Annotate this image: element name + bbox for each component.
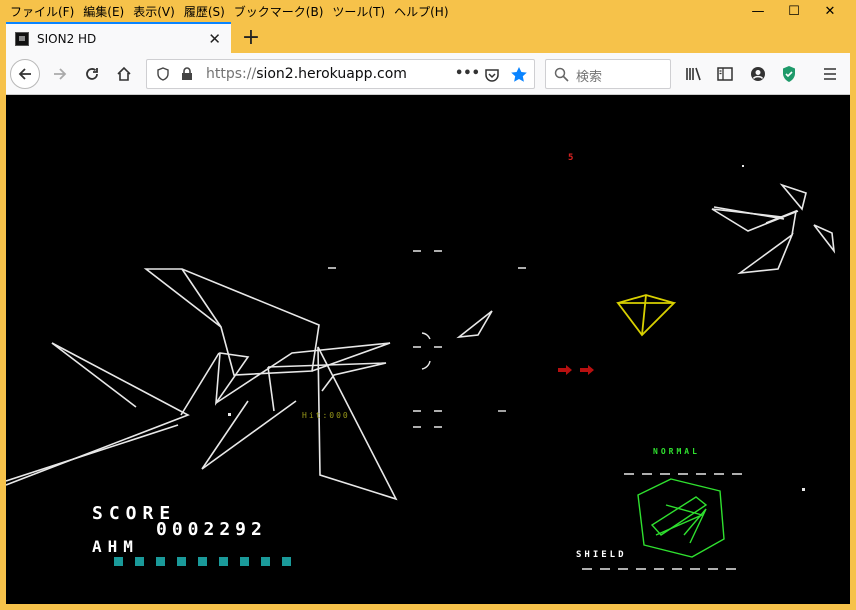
menu-bookmarks[interactable]: ブックマーク(B) — [230, 3, 328, 20]
ammo-pip — [282, 557, 291, 566]
account-icon — [751, 67, 765, 81]
wireframe-debris — [6, 183, 836, 501]
browser-window: ファイル(F) 編集(E) 表示(V) 履歴(S) ブックマーク(B) ツール(… — [6, 0, 850, 604]
mode-label: NORMAL — [653, 447, 700, 456]
stars — [228, 165, 805, 491]
close-window-button[interactable]: ✕ — [812, 0, 848, 22]
shield-label: SHIELD — [576, 550, 627, 560]
hamburger-icon — [824, 68, 836, 80]
maximize-icon: ☐ — [788, 3, 800, 19]
maximize-button[interactable]: ☐ — [776, 0, 812, 22]
app-menu-button[interactable] — [816, 60, 844, 88]
url-host: sion2.herokuapp.com — [256, 66, 407, 82]
ammo-pip — [261, 557, 270, 566]
url-scheme: https:// — [206, 66, 257, 82]
menu-view[interactable]: 表示(V) — [129, 3, 179, 20]
game-canvas[interactable]: 5 Hit:000 SCORE 0002292 AHM NORMAL SHIEL… — [6, 95, 850, 604]
pocket-icon[interactable] — [484, 67, 500, 83]
search-bar[interactable]: 検索 — [545, 59, 671, 89]
bookmark-star-icon[interactable] — [510, 66, 528, 84]
ammo-pip — [114, 557, 123, 566]
search-input[interactable]: 検索 — [576, 66, 602, 85]
enemy-marker: 5 — [568, 153, 574, 163]
plus-icon: + — [241, 24, 261, 50]
library-button[interactable] — [680, 60, 708, 88]
minimize-button[interactable]: — — [740, 0, 776, 22]
menu-tools[interactable]: ツール(T) — [328, 3, 389, 20]
back-arrow-icon — [18, 68, 31, 80]
targeting-reticle — [328, 250, 526, 428]
menu-bar: ファイル(F) 編集(E) 表示(V) 履歴(S) ブックマーク(B) ツール(… — [6, 0, 850, 22]
new-tab-button[interactable]: + — [237, 24, 265, 50]
shield-extension-icon — [783, 66, 795, 82]
url-bar[interactable]: https://sion2.herokuapp.com ••• — [146, 59, 535, 89]
sidebar-button[interactable] — [711, 60, 739, 88]
ammo-pip — [135, 557, 144, 566]
account-button[interactable] — [744, 60, 772, 88]
shield-tracking-icon[interactable] — [156, 67, 170, 81]
score-value: 0002292 — [156, 519, 267, 540]
ammo-pip — [240, 557, 249, 566]
menu-help[interactable]: ヘルプ(H) — [390, 3, 452, 20]
favicon-icon — [15, 31, 29, 46]
ammo-pip — [156, 557, 165, 566]
library-icon — [686, 67, 701, 81]
close-icon: ✕ — [824, 3, 836, 19]
forward-button[interactable] — [46, 60, 74, 88]
weapon-ammo-bar — [114, 557, 303, 566]
tab-sion2[interactable]: SION2 HD ✕ — [6, 22, 231, 53]
hit-counter: Hit:000 — [302, 411, 350, 420]
nav-toolbar: https://sion2.herokuapp.com ••• 検索 — [6, 53, 850, 95]
back-button[interactable] — [10, 59, 40, 89]
game-scene — [6, 165, 836, 570]
minimize-icon: — — [751, 3, 765, 19]
url-text[interactable]: https://sion2.herokuapp.com — [206, 66, 407, 82]
lock-icon[interactable] — [181, 67, 193, 81]
ammo-pip — [198, 557, 207, 566]
tab-close-icon[interactable]: ✕ — [208, 30, 221, 48]
sidebar-icon — [717, 67, 733, 81]
ammo-pip — [177, 557, 186, 566]
reload-icon — [86, 68, 98, 80]
ammo-pip — [219, 557, 228, 566]
menu-edit[interactable]: 編集(E) — [79, 3, 128, 20]
home-icon — [117, 66, 131, 81]
page-actions-icon[interactable]: ••• — [455, 66, 480, 81]
tab-title: SION2 HD — [37, 31, 97, 46]
home-button[interactable] — [110, 60, 138, 88]
search-icon — [554, 67, 569, 82]
homing-missiles — [558, 365, 594, 375]
enemy-ship — [616, 294, 677, 337]
menu-file[interactable]: ファイル(F) — [6, 3, 78, 20]
extension-button[interactable] — [775, 60, 803, 88]
menu-history[interactable]: 履歴(S) — [180, 3, 229, 20]
weapon-label: AHM — [92, 537, 139, 556]
forward-arrow-icon — [54, 68, 67, 80]
reload-button[interactable] — [78, 60, 106, 88]
tab-strip: SION2 HD ✕ + — [6, 22, 850, 53]
